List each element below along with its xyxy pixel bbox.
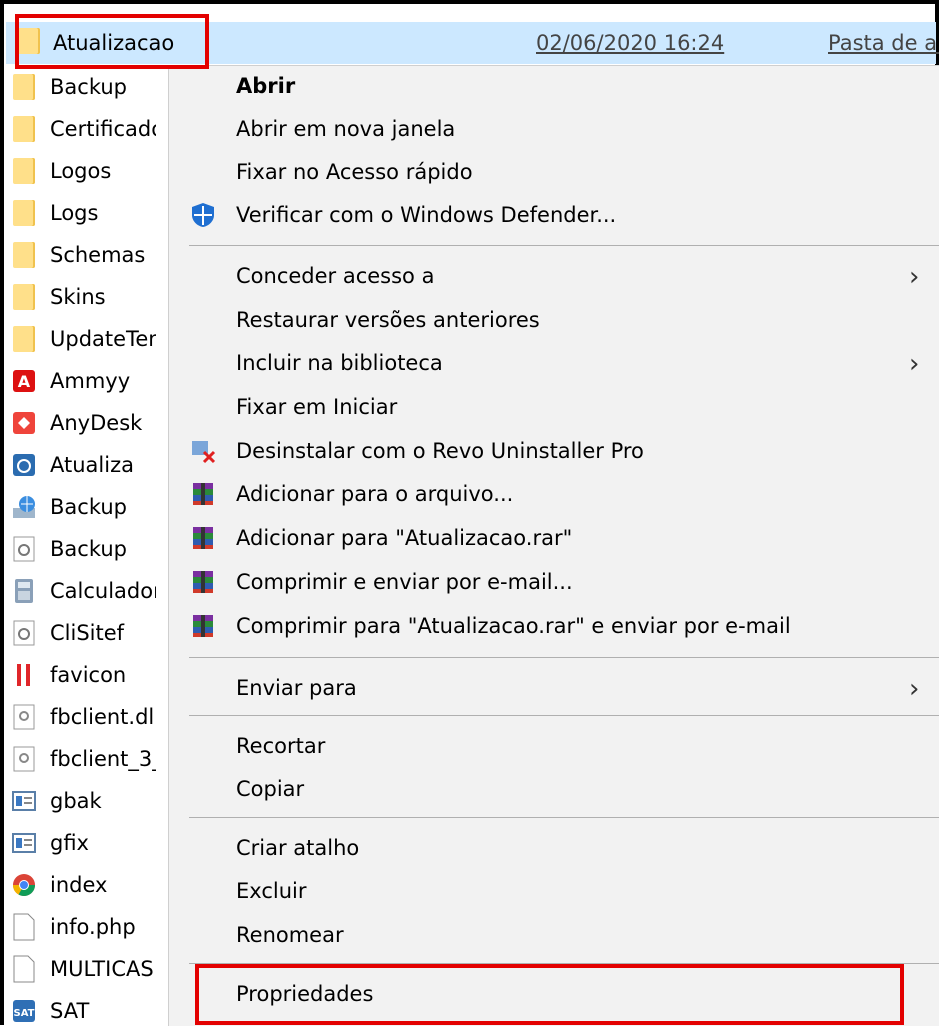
sat-app-icon: SAT <box>10 996 38 1026</box>
file-row-backup-config[interactable]: Backup <box>10 529 156 569</box>
submenu-arrow-icon: › <box>909 262 920 292</box>
file-row-multicas[interactable]: MULTICAS <box>10 949 156 989</box>
file-row-fbclient-3[interactable]: fbclient_3_ <box>10 739 156 779</box>
file-row-anydesk[interactable]: AnyDesk <box>10 403 156 443</box>
file-row-backup[interactable]: Backup <box>10 67 156 107</box>
highlight-box-propriedades <box>195 964 904 1025</box>
file-row-updatetem[interactable]: UpdateTem <box>10 319 156 359</box>
folder-icon <box>10 72 38 102</box>
chrome-icon <box>10 870 38 900</box>
menu-item-abrir[interactable]: Abrir <box>169 66 939 106</box>
blank-file-icon <box>10 912 38 942</box>
calculator-icon <box>10 576 38 606</box>
menu-item-adicionar-rar[interactable]: Adicionar para "Atualizacao.rar" <box>169 518 939 558</box>
menu-item-criar-atalho[interactable]: Criar atalho <box>169 828 939 868</box>
menu-item-renomear[interactable]: Renomear <box>169 915 939 955</box>
folder-icon <box>10 114 38 144</box>
globe-app-icon <box>10 492 38 522</box>
menu-separator <box>189 715 939 716</box>
file-row-logos[interactable]: Logos <box>10 151 156 191</box>
selected-file-date: 02/06/2020 16:24 <box>536 31 725 55</box>
menu-item-conceder-acesso[interactable]: Conceder acesso a › <box>169 256 939 296</box>
menu-separator <box>189 657 939 658</box>
menu-item-enviar-para[interactable]: Enviar para › <box>169 668 939 708</box>
selected-file-type: Pasta de ar <box>828 31 939 55</box>
settings-file-icon <box>10 618 38 648</box>
ammyy-icon: A <box>10 366 38 396</box>
dll-file-icon <box>10 702 38 732</box>
submenu-arrow-icon: › <box>909 349 920 379</box>
folder-icon <box>10 240 38 270</box>
menu-separator <box>189 817 939 818</box>
folder-icon <box>10 282 38 312</box>
file-row-clisitef[interactable]: CliSitef <box>10 613 156 653</box>
highlight-box-selected-folder <box>15 14 209 69</box>
file-row-logs[interactable]: Logs <box>10 193 156 233</box>
menu-item-fixar-iniciar[interactable]: Fixar em Iniciar <box>169 387 939 427</box>
menu-item-revo-uninstaller[interactable]: Desinstalar com o Revo Uninstaller Pro <box>169 431 939 471</box>
windows-defender-icon <box>189 201 217 229</box>
file-row-sat[interactable]: SAT SAT <box>10 991 156 1031</box>
winrar-icon <box>189 480 217 508</box>
file-row-certificado[interactable]: Certificado <box>10 109 156 149</box>
revo-uninstaller-icon <box>189 437 217 465</box>
file-row-gfix[interactable]: gfix <box>10 823 156 863</box>
winrar-icon <box>189 612 217 640</box>
menu-item-recortar[interactable]: Recortar <box>169 726 939 766</box>
menu-item-restaurar-versoes[interactable]: Restaurar versões anteriores <box>169 300 939 340</box>
exe-window-icon <box>10 786 38 816</box>
exe-window-icon <box>10 828 38 858</box>
folder-icon <box>10 156 38 186</box>
file-row-fbclient-dll[interactable]: fbclient.dll <box>10 697 156 737</box>
file-row-ammyy[interactable]: A Ammyy <box>10 361 156 401</box>
svg-text:SAT: SAT <box>14 1008 35 1019</box>
update-app-icon <box>10 450 38 480</box>
file-row-skins[interactable]: Skins <box>10 277 156 317</box>
menu-item-fixar-acesso-rapido[interactable]: Fixar no Acesso rápido <box>169 152 939 192</box>
menu-item-abrir-nova-janela[interactable]: Abrir em nova janela <box>169 109 939 149</box>
file-row-favicon[interactable]: favicon <box>10 655 156 695</box>
settings-file-icon <box>10 534 38 564</box>
menu-item-windows-defender[interactable]: Verificar com o Windows Defender... <box>169 195 939 235</box>
file-row-info-php[interactable]: info.php <box>10 907 156 947</box>
file-row-atualiza[interactable]: Atualiza <box>10 445 156 485</box>
submenu-arrow-icon: › <box>909 674 920 704</box>
file-row-calculador[interactable]: Calculador <box>10 571 156 611</box>
menu-item-adicionar-arquivo[interactable]: Adicionar para o arquivo... <box>169 474 939 514</box>
folder-icon <box>10 198 38 228</box>
menu-item-excluir[interactable]: Excluir <box>169 871 939 911</box>
favicon-icon <box>10 660 38 690</box>
file-row-backup-app[interactable]: Backup <box>10 487 156 527</box>
file-row-index[interactable]: index <box>10 865 156 905</box>
winrar-icon <box>189 568 217 596</box>
menu-item-comprimir-rar-email[interactable]: Comprimir para "Atualizacao.rar" e envia… <box>169 606 939 646</box>
menu-separator <box>189 245 939 246</box>
context-menu: Abrir Abrir em nova janela Fixar no Aces… <box>168 65 939 1026</box>
menu-item-comprimir-email[interactable]: Comprimir e enviar por e-mail... <box>169 562 939 602</box>
anydesk-icon <box>10 408 38 438</box>
folder-icon <box>10 324 38 354</box>
file-row-schemas[interactable]: Schemas <box>10 235 156 275</box>
menu-item-copiar[interactable]: Copiar <box>169 769 939 809</box>
dll-file-icon <box>10 744 38 774</box>
blank-file-icon <box>10 954 38 984</box>
menu-item-incluir-biblioteca[interactable]: Incluir na biblioteca › <box>169 343 939 383</box>
file-row-gbak[interactable]: gbak <box>10 781 156 821</box>
winrar-icon <box>189 524 217 552</box>
svg-text:A: A <box>18 372 31 391</box>
